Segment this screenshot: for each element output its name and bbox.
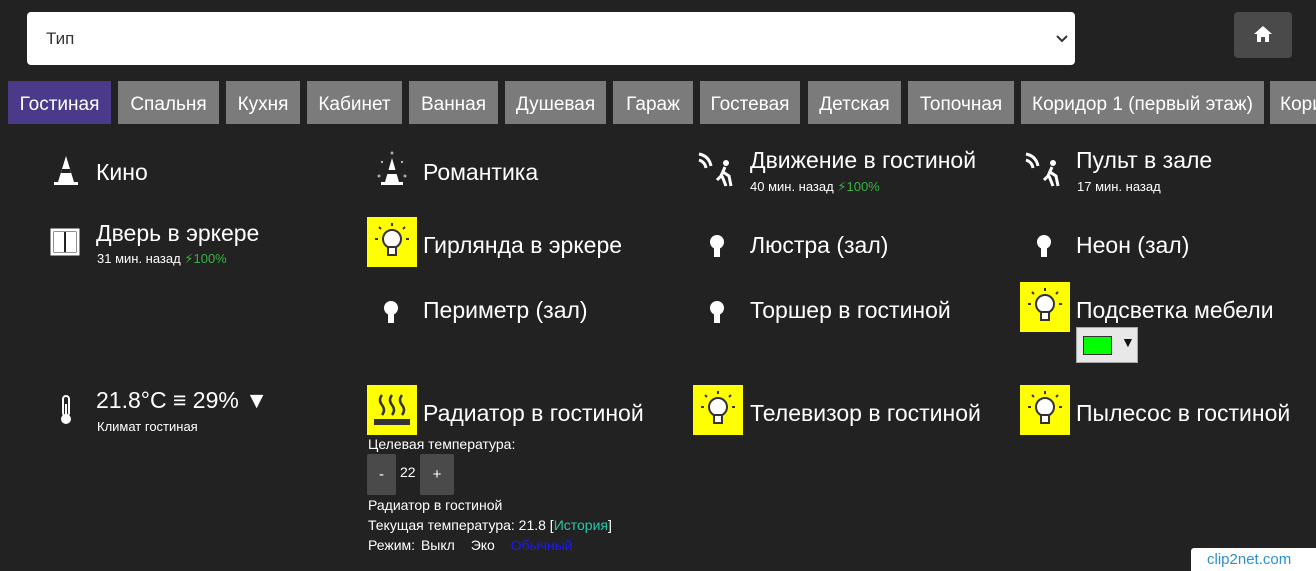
bulb-on-icon[interactable] (367, 217, 417, 267)
target-temp-label: Целевая температура: (368, 436, 516, 452)
color-picker[interactable]: ▼ (1076, 327, 1138, 363)
remote-hall-time: 17 мин. назад (1077, 179, 1161, 194)
tab-label: Гостевая (710, 94, 790, 115)
thermometer-icon[interactable] (41, 386, 91, 436)
tab-label: Ванная (420, 94, 487, 115)
kino-label[interactable]: Кино (96, 159, 148, 186)
door-bay-label[interactable]: Дверь в эркере (96, 220, 259, 247)
radiator-name: Радиатор в гостиной (368, 497, 503, 513)
heater-icon[interactable] (367, 385, 417, 435)
bulb-icon[interactable] (693, 220, 743, 270)
chevron-down-icon (1056, 35, 1068, 43)
door-icon[interactable] (41, 216, 91, 266)
tab-vannaya[interactable]: Ванная (409, 81, 498, 124)
color-swatch (1083, 336, 1112, 355)
remote-hall-label[interactable]: Пульт в зале (1076, 147, 1212, 174)
motion-living-status: 40 мин. назад ⚡100% (750, 179, 880, 195)
perimeter-label[interactable]: Периметр (зал) (423, 297, 588, 324)
bulb-on-icon[interactable] (1020, 282, 1070, 332)
tab-spalnya[interactable]: Спальня (118, 81, 219, 124)
mode-normal[interactable]: Обычный (511, 537, 573, 553)
tab-topochnaya[interactable]: Топочная (908, 81, 1014, 124)
history-link[interactable]: История (554, 517, 608, 533)
bulb-icon[interactable] (367, 286, 417, 336)
tab-koridor-partial[interactable]: Кори (1270, 81, 1316, 124)
tab-detskaya[interactable]: Детская (808, 81, 901, 124)
type-select-value: Тип (46, 29, 75, 48)
tab-kabinet[interactable]: Кабинет (307, 81, 402, 124)
current-temp-text: Текущая температура: 21.8 [ (368, 517, 554, 533)
tab-dushevaya[interactable]: Душевая (505, 81, 606, 124)
tab-gostevaya[interactable]: Гостевая (700, 81, 800, 124)
tab-label: Спальня (130, 94, 207, 115)
motion-sensor-icon[interactable] (693, 146, 743, 196)
motion-living-label[interactable]: Движение в гостиной (750, 147, 976, 174)
current-temp-suffix: ] (608, 517, 612, 533)
tab-label: Кори (1280, 94, 1316, 115)
temp-value: 22 (400, 464, 416, 480)
floorlamp-label[interactable]: Торшер в гостиной (750, 297, 951, 324)
scene-cone-romantic-icon[interactable] (367, 146, 417, 196)
type-select[interactable]: Тип (27, 12, 1075, 65)
motion-living-time: 40 мин. назад (750, 179, 834, 194)
tab-label: Душевая (515, 94, 596, 115)
bulb-icon[interactable] (1020, 220, 1070, 270)
battery-status: ⚡100% (837, 179, 880, 194)
garland-label[interactable]: Гирлянда в эркере (423, 232, 622, 259)
home-button[interactable] (1234, 12, 1292, 58)
chandelier-label[interactable]: Люстра (зал) (750, 232, 888, 259)
room-tabs: Гостиная Спальня Кухня Кабинет Ванная Ду… (0, 81, 1316, 124)
mode-label: Режим: (368, 537, 416, 553)
mode-eco[interactable]: Эко (471, 537, 495, 553)
tv-label[interactable]: Телевизор в гостиной (750, 400, 981, 427)
climate-label[interactable]: 21.8°C ≡ 29% ▼ (96, 387, 268, 414)
tab-kukhnya[interactable]: Кухня (226, 81, 300, 124)
battery-value: 100% (193, 251, 227, 266)
current-temp: Текущая температура: 21.8 [История] (368, 517, 612, 533)
door-bay-time: 31 мин. назад (97, 251, 181, 266)
tab-gostinaya[interactable]: Гостиная (8, 81, 111, 124)
temp-increase-button[interactable]: + (420, 454, 454, 495)
bulb-icon[interactable] (693, 286, 743, 336)
tab-label: Коридор 1 (первый этаж) (1032, 94, 1253, 115)
climate-sub: Климат гостиная (97, 419, 198, 434)
bulb-on-icon[interactable] (1020, 385, 1070, 435)
temp-decrease-button[interactable]: - (367, 454, 396, 495)
battery-value: 100% (846, 179, 880, 194)
tab-label: Кабинет (318, 94, 391, 115)
tab-garazh[interactable]: Гараж (613, 81, 693, 124)
door-bay-status: 31 мин. назад ⚡100% (97, 251, 227, 267)
motion-sensor-icon[interactable] (1020, 146, 1070, 196)
tab-label: Гараж (626, 94, 680, 115)
dropdown-arrow-icon: ▼ (1121, 334, 1135, 350)
battery-status: ⚡100% (184, 251, 227, 266)
tab-label: Детская (819, 94, 890, 115)
watermark: clip2net.com (1191, 548, 1316, 571)
home-icon (1254, 26, 1272, 42)
mode-row: Режим: Выкл Эко Обычный (368, 537, 573, 553)
tab-label: Кухня (237, 94, 289, 115)
mode-off[interactable]: Выкл (421, 537, 455, 553)
vacuum-label[interactable]: Пылесос в гостиной (1076, 400, 1290, 427)
bulb-on-icon[interactable] (693, 385, 743, 435)
furniture-light-label[interactable]: Подсветка мебели (1076, 297, 1274, 324)
romantika-label[interactable]: Романтика (423, 159, 538, 186)
tab-koridor-1[interactable]: Коридор 1 (первый этаж) (1021, 81, 1264, 124)
scene-cone-icon[interactable] (41, 146, 91, 196)
tab-label: Топочная (919, 94, 1003, 115)
radiator-label[interactable]: Радиатор в гостиной (423, 400, 644, 427)
neon-label[interactable]: Неон (зал) (1076, 232, 1189, 259)
tab-label: Гостиная (19, 94, 100, 115)
